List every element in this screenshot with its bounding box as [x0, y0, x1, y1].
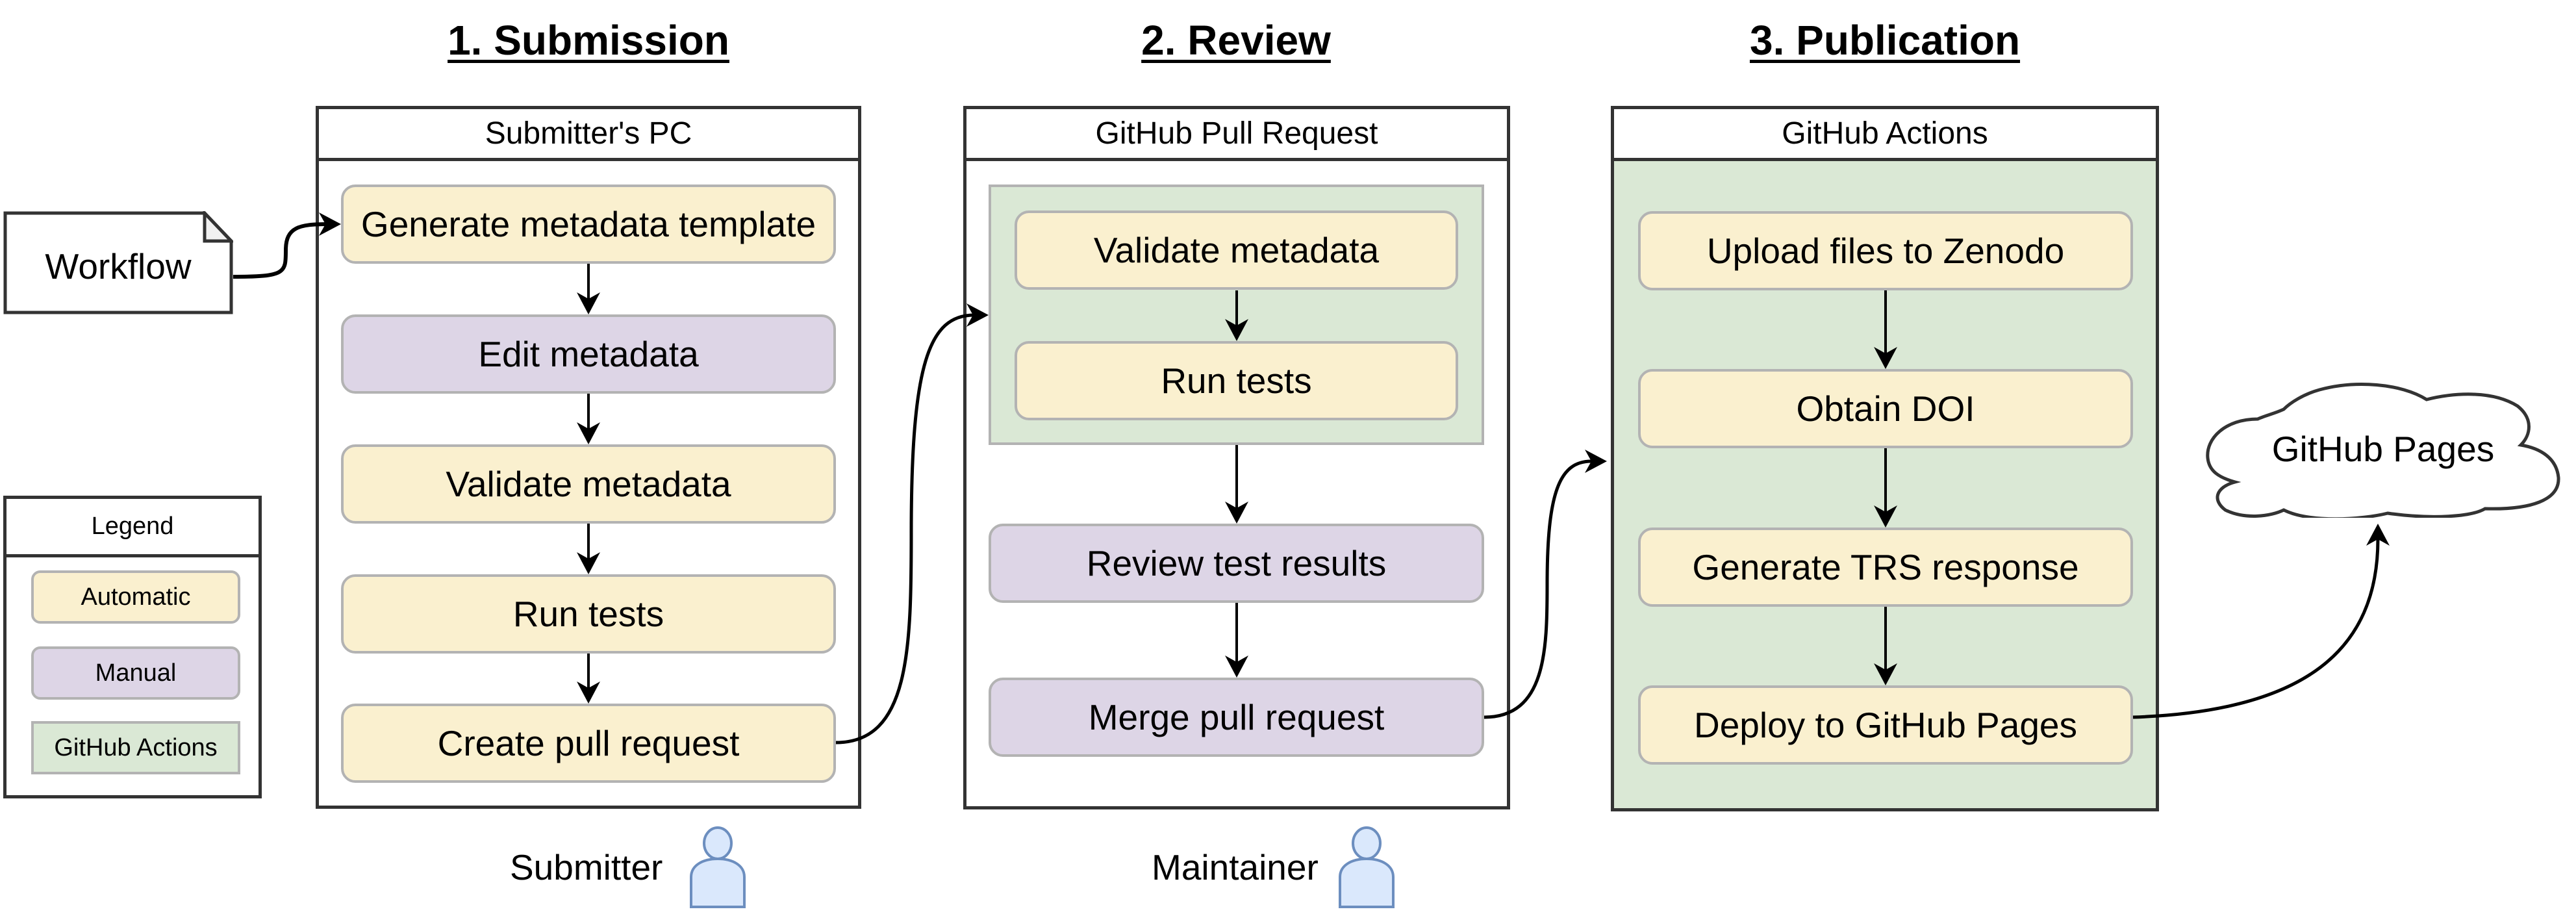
workflow-label: Workflow: [45, 246, 192, 286]
step-generate-trs-response[interactable]: Generate TRS response: [1638, 528, 2133, 607]
phase-title-publication: 3. Publication: [1749, 17, 2021, 64]
step-validate-metadata-pr[interactable]: Validate metadata: [1015, 210, 1458, 290]
submitter-user-icon: [690, 826, 746, 908]
pool-header-github-actions: GitHub Actions: [1614, 109, 2156, 161]
step-run-tests-pr[interactable]: Run tests: [1015, 341, 1458, 420]
step-deploy-to-github-pages[interactable]: Deploy to GitHub Pages: [1638, 685, 2133, 765]
legend-item-manual: Manual: [31, 646, 240, 700]
step-edit-metadata[interactable]: Edit metadata: [341, 314, 836, 394]
legend-item-github-actions: GitHub Actions: [31, 721, 240, 774]
step-upload-files-to-zenodo[interactable]: Upload files to Zenodo: [1638, 211, 2133, 290]
workflow-document[interactable]: Workflow: [3, 211, 233, 314]
legend-label-automatic: Automatic: [81, 583, 191, 611]
github-pages-label: GitHub Pages: [2271, 429, 2495, 469]
actor-label-submitter: Submitter: [510, 847, 663, 887]
legend: Legend Automatic Manual GitHub Actions: [3, 496, 262, 798]
legend-item-automatic: Automatic: [31, 570, 240, 624]
arrow-deploy-to-pages: [2132, 539, 2380, 719]
phase-title-submission: 1. Submission: [448, 17, 729, 64]
legend-label-github-actions: GitHub Actions: [54, 733, 218, 761]
step-review-test-results[interactable]: Review test results: [989, 524, 1484, 603]
legend-label-manual: Manual: [95, 659, 177, 687]
step-merge-pull-request[interactable]: Merge pull request: [989, 678, 1484, 757]
legend-title: Legend: [6, 499, 259, 557]
step-generate-metadata-template[interactable]: Generate metadata template: [341, 184, 836, 264]
arrow-merge-to-actions-arrowhead: [1585, 450, 1607, 473]
arrow-workflow-to-generate: [233, 222, 329, 279]
maintainer-user-icon: [1339, 826, 1395, 908]
pool-header-submitters-pc: Submitter's PC: [319, 109, 858, 161]
pool-header-github-pull-request: GitHub Pull Request: [966, 109, 1507, 161]
arrow-deploy-to-pages-arrowhead: [2366, 524, 2390, 546]
step-obtain-doi[interactable]: Obtain DOI: [1638, 369, 2133, 448]
legend-title-text: Legend: [91, 513, 174, 540]
step-create-pull-request[interactable]: Create pull request: [341, 704, 836, 783]
pool-title-submitters-pc: Submitter's PC: [485, 116, 692, 151]
step-run-tests-local[interactable]: Run tests: [341, 574, 836, 654]
actor-label-maintainer: Maintainer: [1152, 847, 1319, 887]
pool-title-github-actions: GitHub Actions: [1782, 116, 1988, 151]
pool-title-github-pull-request: GitHub Pull Request: [1095, 116, 1378, 151]
github-pages-cloud[interactable]: GitHub Pages: [2206, 380, 2560, 518]
step-validate-metadata-local[interactable]: Validate metadata: [341, 444, 836, 524]
phase-title-review: 2. Review: [1141, 17, 1331, 64]
